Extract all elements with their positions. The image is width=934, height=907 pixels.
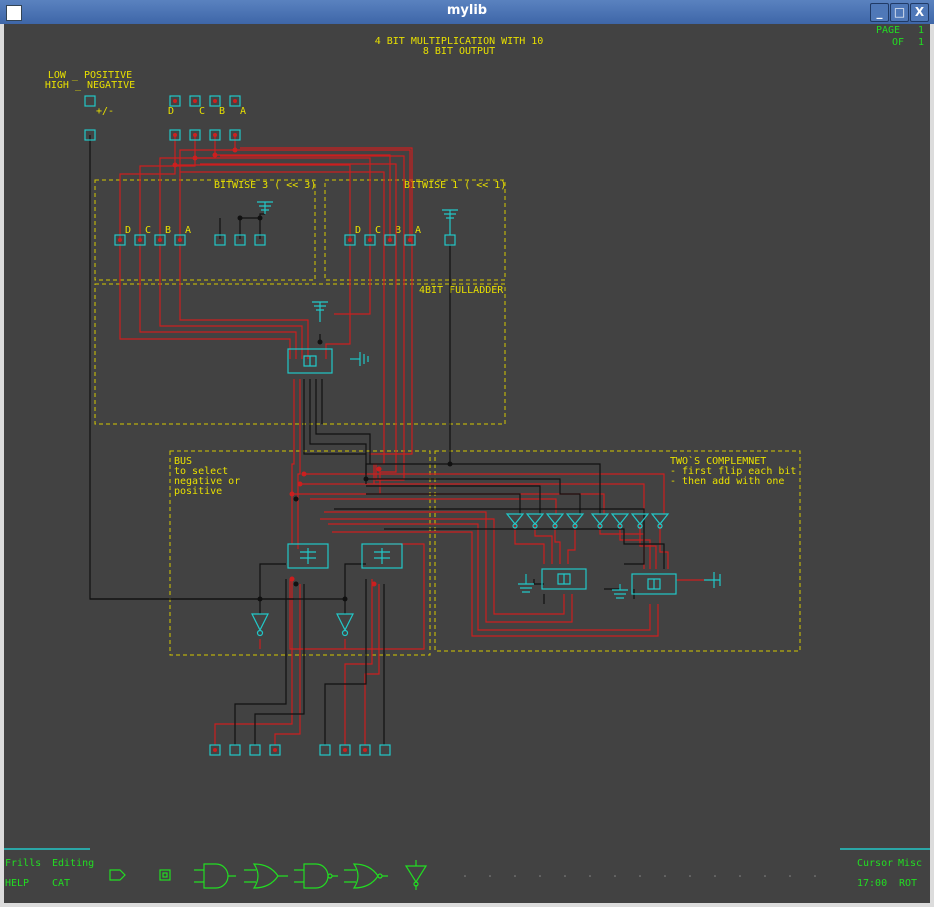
menu-editing[interactable]: Editing [52, 858, 94, 869]
input-label-c: C [199, 106, 205, 117]
close-button[interactable]: X [910, 3, 929, 22]
block-bitwise1-label: BITWISE 1 ( << 1) [404, 180, 506, 191]
page-value: 1 [918, 25, 924, 36]
pin-dots [118, 99, 412, 752]
svg-text:D: D [125, 225, 131, 236]
status-time: 17:00 [857, 878, 887, 889]
power-symbols [257, 201, 721, 599]
input-label-b: B [219, 106, 225, 117]
bus-label-line4: positive [174, 486, 222, 497]
schematic-canvas[interactable]: 4 BIT MULTIPLICATION WITH 10 8 BIT OUTPU… [4, 24, 930, 903]
palette-pin-icon[interactable] [109, 869, 126, 881]
menu-rot[interactable]: ROT [899, 878, 917, 889]
of-label: OF [892, 37, 904, 48]
menu-cursor[interactable]: Cursor [857, 858, 893, 869]
palette-nor-gate-icon[interactable] [344, 863, 388, 889]
menu-help[interactable]: HELP [5, 878, 29, 889]
menu-misc[interactable]: Misc [898, 858, 922, 869]
twos-label-line3: - then add with one [670, 476, 784, 487]
inner-pin-labels: DCBA DCBA [125, 225, 421, 236]
palette-or-gate-icon[interactable] [244, 863, 288, 889]
svg-text:C: C [145, 225, 151, 236]
window-title: mylib [446, 3, 488, 18]
block-bitwise3-label: BITWISE 3 ( << 3) [214, 180, 316, 191]
svg-text:A: A [185, 225, 191, 236]
svg-text:C: C [375, 225, 381, 236]
block-fulladder-label: 4BIT FULLADDER [419, 285, 504, 296]
schematic-title-line2: 8 BIT OUTPUT [423, 46, 495, 57]
of-value: 1 [918, 37, 924, 48]
menu-frills[interactable]: Frills [5, 858, 41, 869]
app-window: mylib _ □ X 4 BIT MULTIPLICATION WITH 10… [0, 0, 934, 907]
schematic-drawing[interactable]: 4 BIT MULTIPLICATION WITH 10 8 BIT OUTPU… [4, 24, 930, 903]
menu-cat[interactable]: CAT [52, 878, 70, 889]
title-bar[interactable]: mylib _ □ X [0, 0, 934, 24]
svg-text:D: D [355, 225, 361, 236]
palette-nand-gate-icon[interactable] [294, 863, 338, 889]
input-label-a: A [240, 106, 246, 117]
sign-pin-label: +/- [96, 106, 114, 117]
svg-text:A: A [415, 225, 421, 236]
palette-terminal-inner-icon [162, 872, 168, 878]
input-label-d: D [168, 106, 174, 117]
minimize-button[interactable]: _ [870, 3, 889, 22]
sign-label-negative: HIGH _ NEGATIVE [45, 80, 135, 91]
palette-terminal-icon[interactable] [159, 869, 171, 881]
svg-text:B: B [165, 225, 171, 236]
maximize-button[interactable]: □ [890, 3, 909, 22]
palette-and-gate-icon[interactable] [194, 863, 236, 889]
ic-chips[interactable] [287, 348, 677, 595]
palette-empty-slots [464, 875, 816, 877]
red-wires [119, 135, 704, 745]
palette-inverter-bubble-icon [413, 881, 419, 887]
page-label: PAGE [876, 25, 900, 36]
